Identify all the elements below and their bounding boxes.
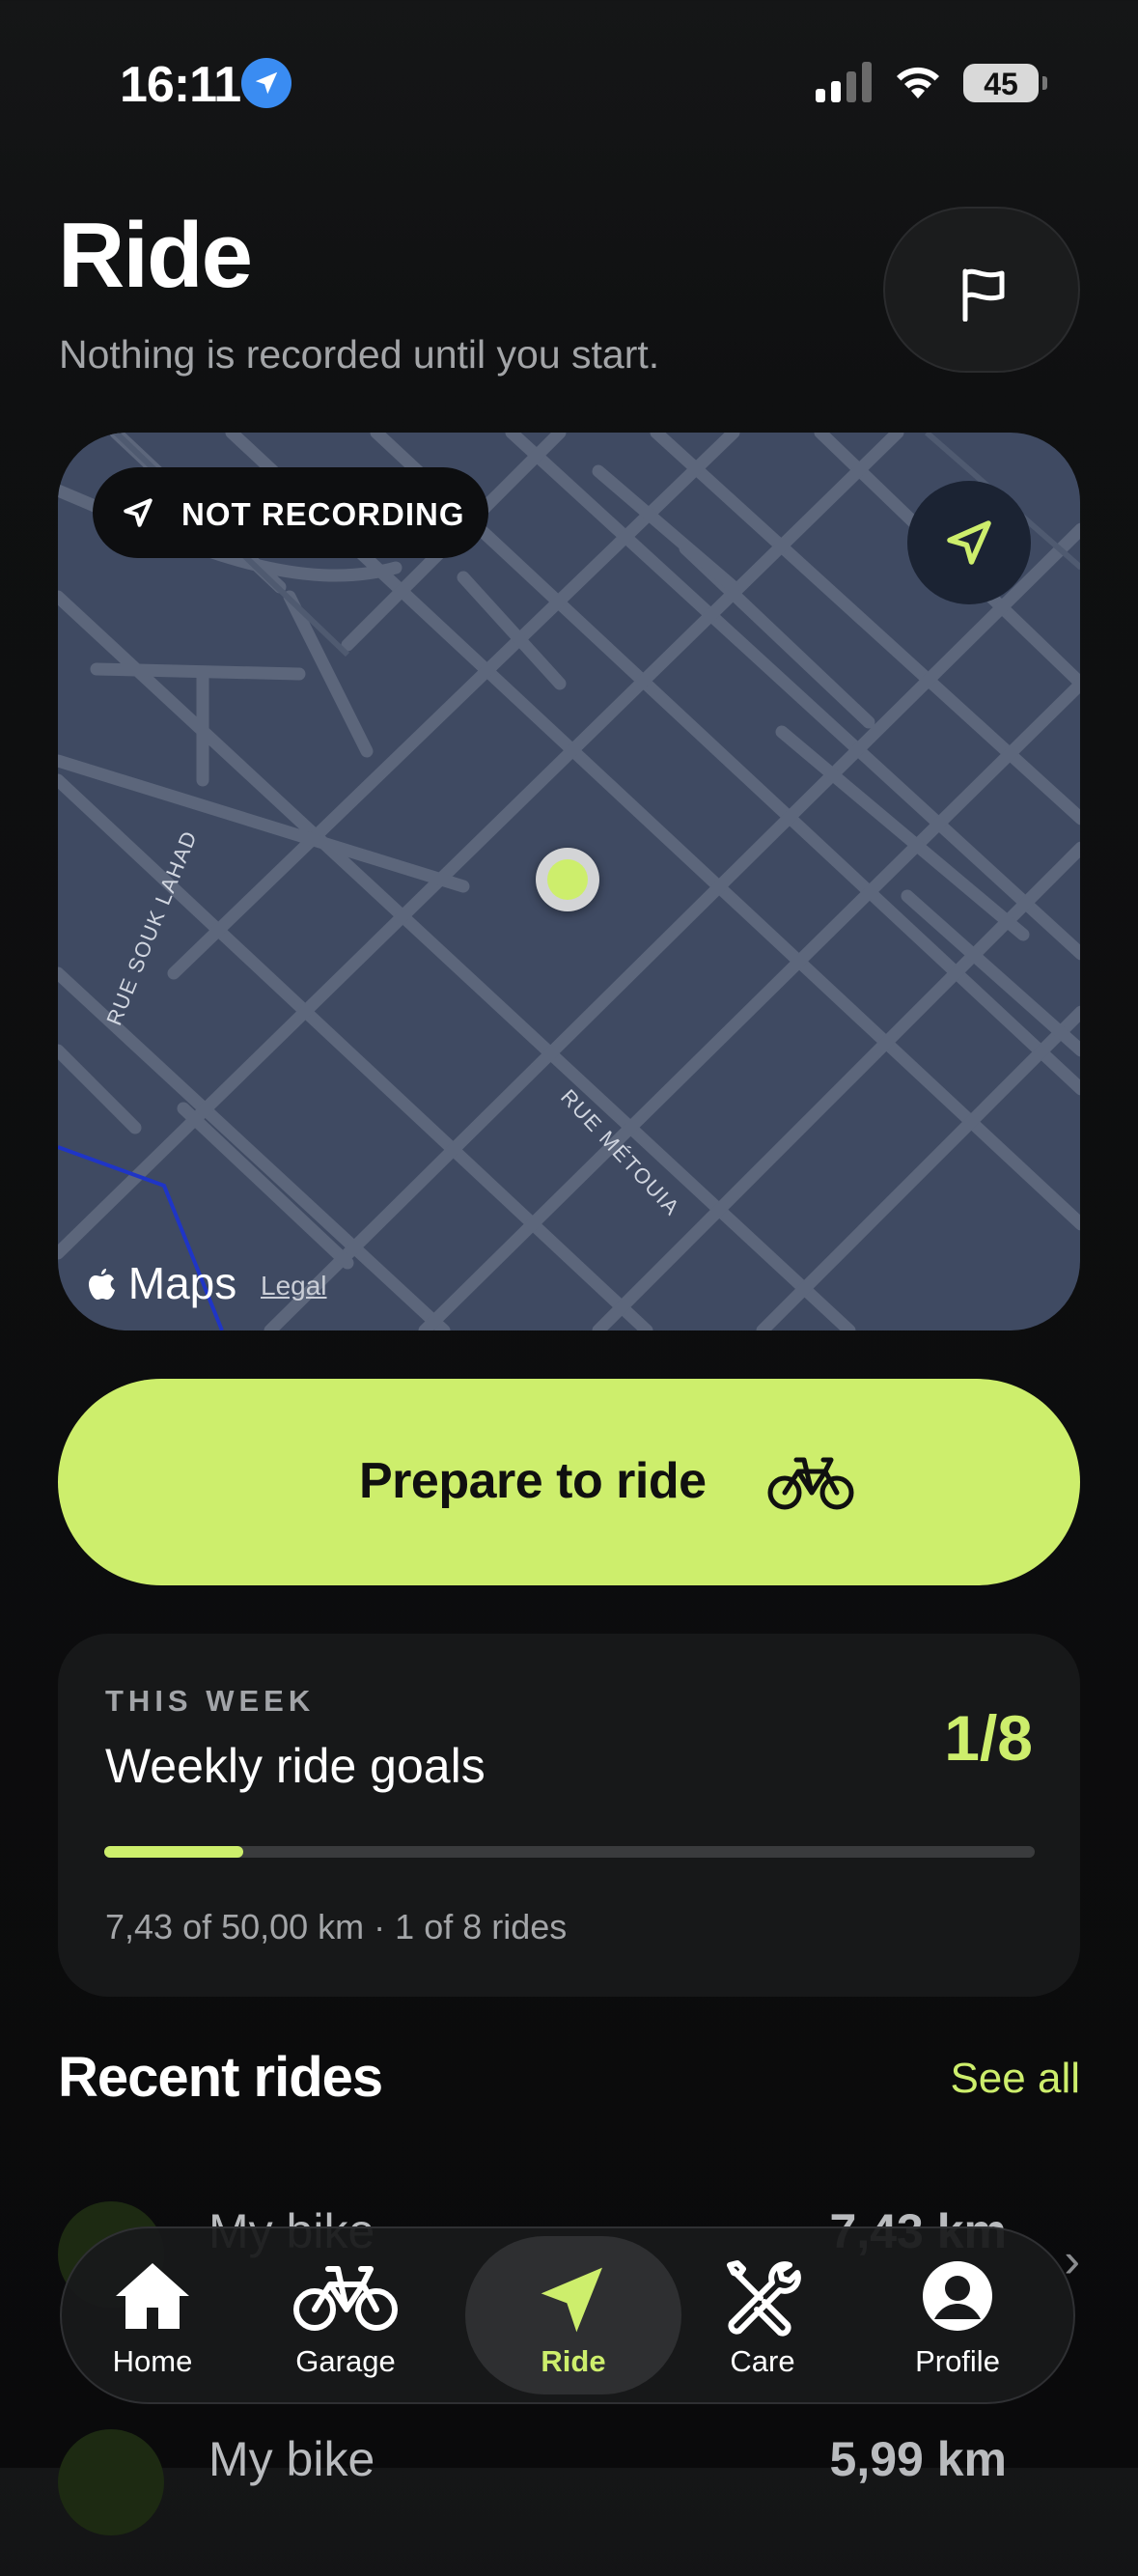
prepare-to-ride-button[interactable]: Prepare to ride	[58, 1379, 1080, 1585]
goals-title: Weekly ride goals	[105, 1739, 486, 1793]
prepare-to-ride-label: Prepare to ride	[359, 1453, 707, 1509]
tab-home[interactable]: Home	[66, 2228, 239, 2402]
location-services-icon	[241, 58, 291, 108]
goals-summary: 7,43 of 50,00 km · 1 of 8 rides	[105, 1907, 568, 1946]
recording-status-text: NOT RECORDING	[181, 496, 465, 532]
goals-eyebrow: THIS WEEK	[105, 1684, 316, 1718]
map-view[interactable]: RUE SOUK LAHAD RUE MÉTOUIA NOT RECORDING…	[58, 433, 1080, 1330]
bicycle-icon	[58, 2429, 164, 2535]
weekly-goals-card[interactable]: THIS WEEK Weekly ride goals 1/8 7,43 of …	[58, 1634, 1080, 1997]
battery-indicator: 45	[963, 64, 1039, 102]
goals-progress-fill	[104, 1846, 243, 1858]
tab-care[interactable]: Care	[676, 2228, 849, 2402]
page-subtitle: Nothing is recorded until you start.	[59, 332, 660, 377]
tab-ride[interactable]: Ride	[465, 2236, 681, 2394]
status-time: 16:11	[120, 57, 241, 113]
location-arrow-icon	[124, 498, 153, 527]
recenter-location-button[interactable]	[907, 481, 1031, 604]
recording-status-badge: NOT RECORDING	[93, 467, 488, 558]
bicycle-icon	[767, 1457, 854, 1510]
ride-list-item[interactable]: My bike 5,99 km	[58, 2422, 1080, 2576]
tab-label: Profile	[915, 2344, 1000, 2378]
tab-label: Garage	[295, 2344, 396, 2378]
current-location-marker	[536, 848, 599, 911]
location-arrow-icon	[947, 520, 991, 565]
maps-attribution-text: Maps	[127, 1258, 237, 1308]
tab-label: Ride	[541, 2344, 606, 2378]
tab-label: Care	[730, 2344, 795, 2378]
tab-profile[interactable]: Profile	[871, 2228, 1044, 2402]
house-icon	[116, 2263, 189, 2329]
battery-nub	[1042, 76, 1047, 90]
flag-button[interactable]	[883, 207, 1080, 373]
cellular-signal-icon	[816, 62, 872, 102]
battery-level: 45	[984, 67, 1018, 101]
ride-distance: 5,99 km	[829, 2432, 1007, 2486]
navigation-arrow-icon	[541, 2267, 602, 2333]
tab-label: Home	[112, 2344, 193, 2378]
wifi-icon	[897, 67, 939, 98]
recent-rides-title: Recent rides	[58, 2046, 383, 2109]
person-circle-icon	[923, 2261, 992, 2331]
tab-bar: Home Garage Ride Care Profile	[60, 2226, 1075, 2404]
legal-link[interactable]: Legal	[261, 1271, 327, 1302]
page-title: Ride	[58, 204, 253, 307]
ride-name: My bike	[208, 2432, 375, 2486]
maps-attribution: Maps	[87, 1257, 236, 1309]
apple-logo-icon	[89, 1269, 115, 1300]
flag-icon	[962, 268, 1005, 322]
bicycle-icon	[293, 2266, 398, 2331]
wrench-screwdriver-icon	[727, 2260, 801, 2337]
tab-garage[interactable]: Garage	[259, 2228, 432, 2402]
see-all-link[interactable]: See all	[950, 2055, 1080, 2103]
goals-count: 1/8	[944, 1702, 1033, 1774]
goals-progress-bar	[104, 1846, 1035, 1858]
